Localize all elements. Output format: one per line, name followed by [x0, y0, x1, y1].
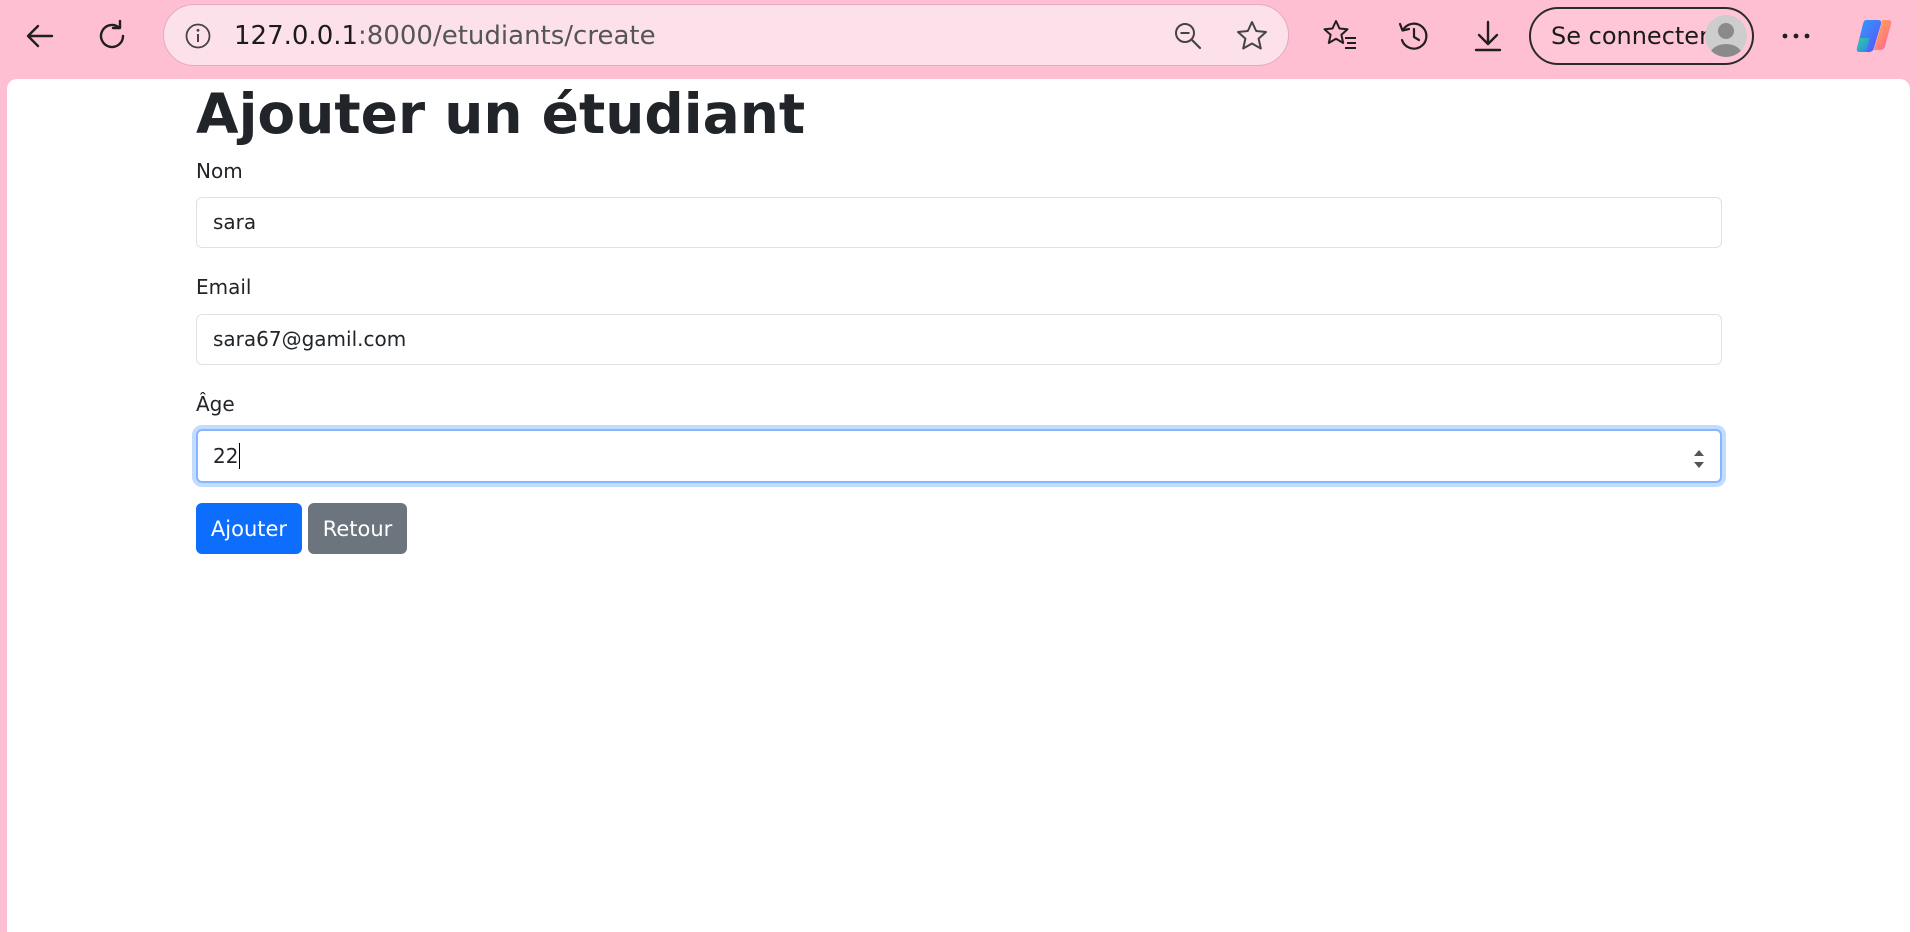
back-icon[interactable]: [16, 12, 64, 60]
zoom-out-icon[interactable]: [1168, 16, 1208, 56]
star-icon[interactable]: [1232, 16, 1272, 56]
email-input[interactable]: sara67@gamil.com: [196, 314, 1722, 365]
url-host: 127.0.0.1: [234, 21, 359, 51]
nom-label: Nom: [196, 159, 243, 183]
page-viewport: Ajouter un étudiant Nom sara Email sara6…: [7, 79, 1910, 932]
ajouter-button[interactable]: Ajouter: [196, 503, 302, 554]
signin-label: Se connecter: [1551, 22, 1709, 50]
number-spinner[interactable]: [1692, 441, 1706, 469]
age-label: Âge: [196, 392, 235, 416]
email-label: Email: [196, 275, 252, 299]
address-bar[interactable]: 127.0.0.1:8000/etudiants/create: [163, 4, 1289, 66]
spinner-down-icon: [1694, 462, 1704, 468]
info-icon[interactable]: [178, 16, 218, 56]
retour-button[interactable]: Retour: [308, 503, 407, 554]
signin-button[interactable]: Se connecter: [1529, 7, 1754, 65]
copilot-icon[interactable]: [1850, 12, 1898, 60]
browser-toolbar: 127.0.0.1:8000/etudiants/create Se conne…: [0, 0, 1917, 72]
spinner-up-icon: [1694, 450, 1704, 456]
age-value: 22: [213, 444, 239, 468]
avatar: [1705, 15, 1747, 57]
favorites-icon[interactable]: [1316, 12, 1364, 60]
age-input[interactable]: 22: [196, 429, 1722, 483]
url-text[interactable]: 127.0.0.1:8000/etudiants/create: [234, 5, 656, 67]
email-value: sara67@gamil.com: [213, 327, 407, 351]
more-icon[interactable]: [1772, 12, 1820, 60]
nom-input[interactable]: sara: [196, 197, 1722, 248]
url-path: :8000/etudiants/create: [358, 21, 656, 51]
download-icon[interactable]: [1464, 12, 1512, 60]
text-caret: [239, 442, 241, 469]
history-icon[interactable]: [1390, 12, 1438, 60]
nom-value: sara: [213, 210, 257, 234]
page-title: Ajouter un étudiant: [196, 82, 806, 146]
refresh-icon[interactable]: [88, 12, 136, 60]
